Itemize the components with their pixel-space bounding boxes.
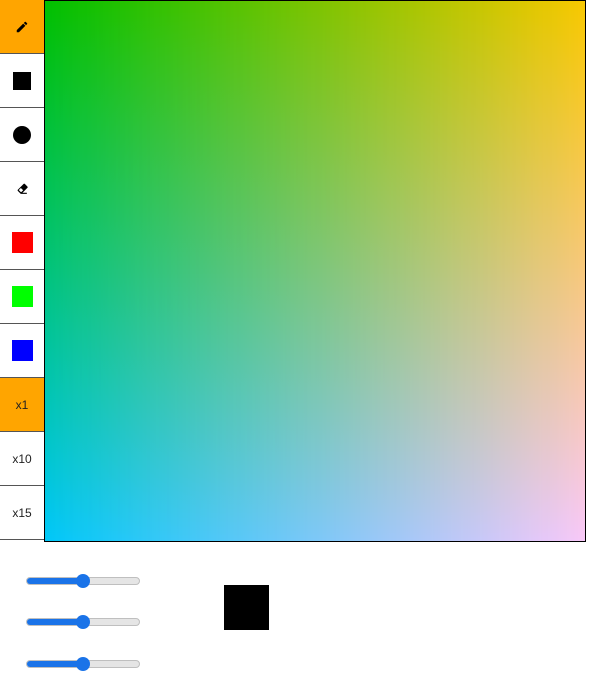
drawing-canvas[interactable] bbox=[44, 0, 586, 542]
canvas-gradient bbox=[45, 1, 585, 541]
canvas-gradient-overlay bbox=[45, 1, 585, 541]
square-icon bbox=[13, 71, 31, 90]
toolbar: x1 x10 x15 bbox=[0, 0, 44, 540]
size-x15-button[interactable]: x15 bbox=[0, 486, 44, 540]
blue-slider[interactable] bbox=[26, 656, 140, 671]
color-swatch-red bbox=[11, 232, 33, 253]
green-slider-fill bbox=[27, 619, 83, 626]
color-swatch-green bbox=[11, 286, 33, 307]
square-tool-button[interactable] bbox=[0, 54, 44, 108]
circle-icon bbox=[13, 125, 31, 144]
pencil-tool-button[interactable] bbox=[0, 0, 44, 54]
size-x10-label: x10 bbox=[12, 451, 32, 466]
color-swatch-blue bbox=[11, 340, 33, 361]
red-slider-fill bbox=[27, 577, 83, 584]
size-x1-label: x1 bbox=[15, 397, 29, 412]
color-sliders bbox=[26, 560, 140, 685]
eraser-icon bbox=[17, 183, 28, 194]
size-x15-label: x15 bbox=[12, 505, 32, 520]
blue-slider-thumb[interactable] bbox=[76, 656, 90, 671]
green-slider[interactable] bbox=[26, 615, 140, 630]
green-slider-thumb[interactable] bbox=[76, 615, 90, 630]
color-blue-button[interactable] bbox=[0, 324, 44, 378]
pencil-icon bbox=[16, 21, 28, 32]
circle-tool-button[interactable] bbox=[0, 108, 44, 162]
blue-slider-fill bbox=[27, 660, 83, 667]
red-slider-thumb[interactable] bbox=[76, 573, 90, 588]
size-x10-button[interactable]: x10 bbox=[0, 432, 44, 486]
red-slider-row bbox=[26, 560, 140, 602]
blue-slider-row bbox=[26, 643, 140, 685]
color-green-button[interactable] bbox=[0, 270, 44, 324]
color-red-button[interactable] bbox=[0, 216, 44, 270]
color-preview bbox=[224, 585, 269, 630]
eraser-tool-button[interactable] bbox=[0, 162, 44, 216]
size-x1-button[interactable]: x1 bbox=[0, 378, 44, 432]
green-slider-row bbox=[26, 602, 140, 644]
red-slider[interactable] bbox=[26, 573, 140, 588]
